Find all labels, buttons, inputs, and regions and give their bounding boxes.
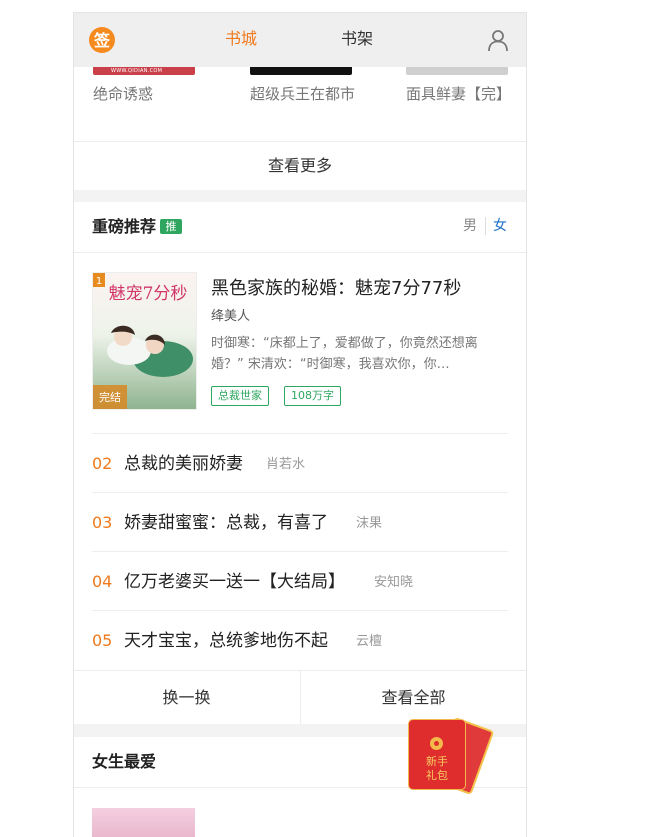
gift-label: 新手 礼包: [409, 755, 465, 783]
view-more-button[interactable]: 查看更多: [74, 141, 526, 190]
qidian-sign-logo-icon[interactable]: 签: [88, 26, 116, 54]
rank-book-title[interactable]: 亿万老婆买一送一【大结局】: [124, 571, 345, 593]
book-title[interactable]: 面具鲜妻【完】: [406, 83, 516, 105]
list-item[interactable]: 03 娇妻甜蜜蜜：总裁，有喜了 沫果: [92, 492, 508, 551]
book-title[interactable]: 超级兵王在都市: [250, 83, 360, 105]
rank-number: 03: [92, 513, 113, 532]
cover-illustration: 1 魅宠7分秒 完结: [93, 273, 196, 409]
book-cover[interactable]: [92, 808, 195, 837]
recommend-section: 重磅推荐 推 男 女 1 魅宠7分秒 完结 黑色家族的秘婚：魅宠7分77秒 绛美…: [74, 202, 526, 725]
user-icon[interactable]: [486, 28, 510, 52]
rank-number: 04: [92, 572, 113, 591]
cover-rank: 1: [96, 276, 102, 287]
cover-title: 魅宠7分秒: [109, 284, 188, 304]
rank-book-title[interactable]: 总裁的美丽娇妻: [124, 453, 243, 475]
red-envelope-icon: 新手 礼包: [408, 719, 466, 790]
featured-book-desc: 时御寒：“床都上了，爱都做了，你竟然还想离婚？” 宋清欢：“时御寒，我喜欢你，你…: [211, 336, 478, 372]
tab-bookstore[interactable]: 书城: [225, 29, 257, 49]
refresh-button[interactable]: 换一换: [74, 671, 299, 725]
rank-number: 02: [92, 454, 113, 473]
gender-female-toggle[interactable]: 女: [493, 217, 507, 235]
featured-book-cover[interactable]: 1 魅宠7分秒 完结: [92, 272, 197, 410]
section-title: 女生最爱: [92, 752, 157, 771]
rank-book-author: 沫果: [356, 516, 383, 531]
rank-book-author: 云檀: [356, 634, 383, 649]
rank-book-title[interactable]: 娇妻甜蜜蜜：总裁，有喜了: [124, 512, 328, 534]
gift-label-line2: 礼包: [426, 769, 448, 782]
featured-book-title[interactable]: 黑色家族的秘婚：魅宠7分77秒: [211, 277, 461, 301]
rank-book-title[interactable]: 天才宝宝，总统爹地伤不起: [124, 630, 328, 652]
list-item[interactable]: 04 亿万老婆买一送一【大结局】 安知晓: [92, 551, 508, 610]
featured-book[interactable]: 1 魅宠7分秒 完结 黑色家族的秘婚：魅宠7分77秒 绛美人 时御寒：“床都上了…: [92, 272, 508, 412]
new-user-gift-button[interactable]: 新手 礼包: [408, 716, 498, 796]
book-cover[interactable]: [406, 67, 508, 75]
list-item[interactable]: 05 天才宝宝，总统爹地伤不起 云檀: [92, 610, 508, 669]
word-count-tag: 108万字: [284, 386, 341, 406]
book-grid-row: WWW.QIDIAN.COM 绝命诱惑 超级兵王在都市 面具鲜妻【完】: [74, 67, 526, 141]
list-item[interactable]: 02 总裁的美丽娇妻 肖若水: [92, 433, 508, 492]
svg-text:签: 签: [93, 31, 111, 50]
cover-watermark: WWW.QIDIAN.COM: [111, 68, 163, 74]
book-title[interactable]: 绝命诱惑: [93, 83, 203, 105]
gender-male-toggle[interactable]: 男: [463, 217, 477, 235]
divider: [485, 217, 486, 235]
book-cover[interactable]: [250, 67, 352, 75]
book-cover[interactable]: WWW.QIDIAN.COM: [93, 67, 195, 75]
mobile-page: 签 书城 书架 WWW.QIDIAN.COM 绝命诱惑 超级兵王在都市 面具鲜妻…: [73, 12, 527, 837]
tab-bookshelf[interactable]: 书架: [341, 29, 373, 49]
section-header: 重磅推荐 推 男 女: [74, 202, 526, 253]
recommend-badge: 推: [160, 219, 182, 234]
rank-number: 05: [92, 631, 113, 650]
section-title: 重磅推荐: [92, 217, 157, 236]
genre-tag[interactable]: 总裁世家: [211, 386, 269, 406]
status-badge: 完结: [99, 390, 121, 404]
featured-book-author: 绛美人: [211, 309, 251, 324]
gift-label-line1: 新手: [426, 755, 448, 768]
top-nav-bar: 签 书城 书架: [74, 13, 526, 67]
coin-icon: [430, 737, 443, 750]
rank-book-author: 安知晓: [374, 575, 414, 590]
rank-book-author: 肖若水: [266, 457, 306, 472]
